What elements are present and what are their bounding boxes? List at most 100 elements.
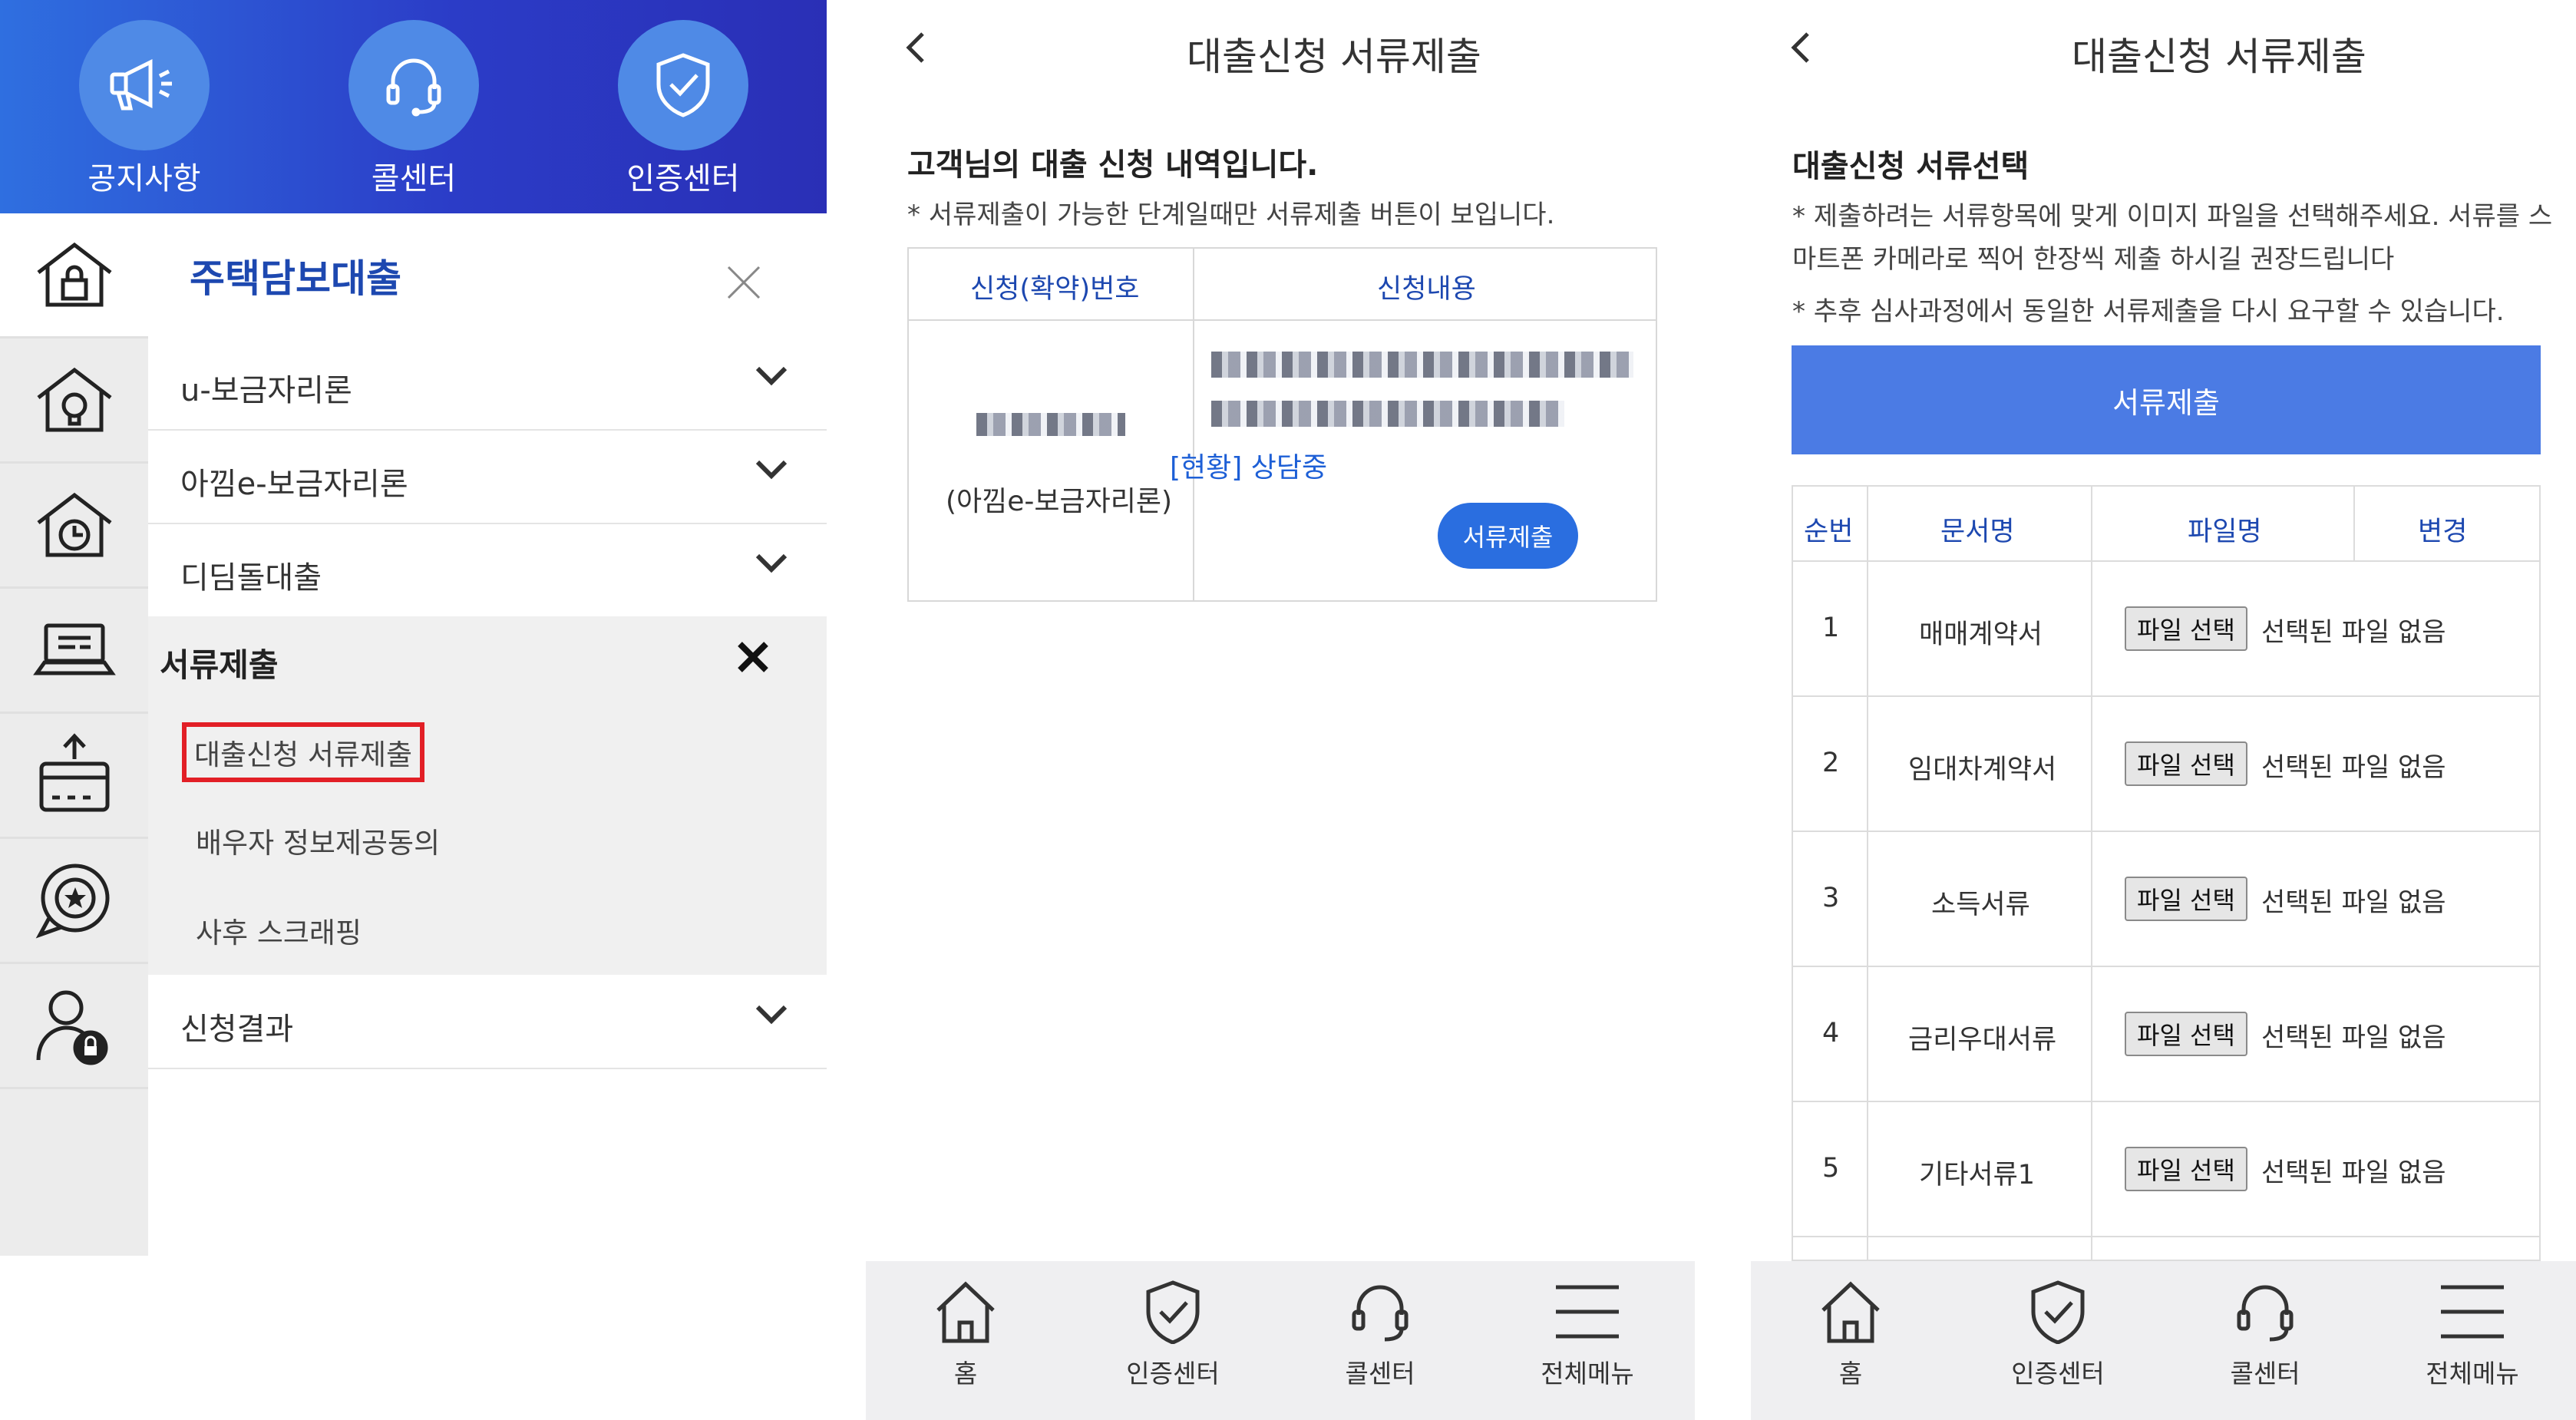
category-rail bbox=[0, 213, 148, 1256]
no-file-text: 선택된 파일 없음 bbox=[2261, 1157, 2446, 1188]
menu-title: 주택담보대출 bbox=[190, 256, 401, 301]
file-select-button[interactable]: 파일 선택 bbox=[2125, 606, 2247, 651]
column-header-no: 순번 bbox=[1804, 517, 1854, 547]
submit-documents-button[interactable]: 서류제출 bbox=[1792, 345, 2541, 454]
no-file-text: 선택된 파일 없음 bbox=[2261, 887, 2446, 918]
no-file-text: 선택된 파일 없음 bbox=[2261, 1022, 2446, 1053]
card-upload-icon[interactable] bbox=[0, 714, 148, 839]
nav-allmenu-label: 전체메뉴 bbox=[2426, 1359, 2519, 1389]
row-3-number: 3 bbox=[1822, 883, 1840, 913]
page-title: 대출신청 서류제출 bbox=[1187, 35, 1481, 79]
nav-home[interactable]: 홈 bbox=[1789, 1280, 1912, 1390]
file-select-button[interactable]: 파일 선택 bbox=[2125, 1147, 2247, 1191]
home-icon bbox=[936, 1281, 995, 1343]
nav-cert-label: 인증센터 bbox=[1126, 1359, 1220, 1389]
headset-icon bbox=[1352, 1285, 1409, 1342]
no-file-text: 선택된 파일 없음 bbox=[2261, 617, 2446, 648]
loan-history-screen: 대출신청 서류제출 고객님의 대출 신청 내역입니다. * 서류제출이 가능한 … bbox=[866, 0, 1695, 1420]
row-5-number: 5 bbox=[1822, 1153, 1840, 1184]
laptop-icon[interactable] bbox=[0, 589, 148, 714]
nav-cert[interactable]: 인증센터 bbox=[1996, 1280, 2119, 1390]
masked-content-line-2 bbox=[1211, 401, 1564, 427]
row-1-doc: 매매계약서 bbox=[1919, 619, 2043, 650]
headset-icon bbox=[2237, 1285, 2294, 1342]
notice-link[interactable]: 공지사항 bbox=[52, 20, 236, 198]
nav-home-label: 홈 bbox=[953, 1359, 978, 1389]
shield-check-icon bbox=[618, 20, 748, 150]
menu-item-label: 아낌e-보금자리론 bbox=[180, 467, 408, 502]
document-submit-section: 서류제출 대출신청 서류제출 배우자 정보제공동의 사후 스크래핑 bbox=[148, 616, 827, 975]
status-text: [현황] 상담중 bbox=[1170, 452, 1328, 484]
nav-allmenu[interactable]: 전체메뉴 bbox=[2411, 1280, 2534, 1390]
chevron-down-icon bbox=[755, 551, 788, 577]
close-icon[interactable] bbox=[722, 261, 765, 304]
menu-item-aggim-bogeumjari[interactable]: 아낌e-보금자리론 bbox=[148, 430, 827, 524]
section-heading: 고객님의 대출 신청 내역입니다. bbox=[907, 147, 1319, 183]
callcenter-link[interactable]: 콜센터 bbox=[322, 20, 506, 198]
row-3-doc: 소득서류 bbox=[1931, 890, 2030, 920]
row-2-number: 2 bbox=[1822, 748, 1840, 778]
nav-cert-label: 인증센터 bbox=[2011, 1359, 2105, 1389]
house-clock-icon[interactable] bbox=[0, 464, 148, 589]
notice-label: 공지사항 bbox=[88, 161, 201, 196]
file-select-button[interactable]: 파일 선택 bbox=[2125, 1012, 2247, 1056]
nav-home[interactable]: 홈 bbox=[904, 1280, 1027, 1390]
section-heading: 대출신청 서류선택 bbox=[1792, 149, 2029, 184]
menu-item-label: 신청결과 bbox=[180, 1012, 294, 1047]
no-file-text: 선택된 파일 없음 bbox=[2261, 752, 2446, 783]
column-header-doc: 문서명 bbox=[1940, 517, 2015, 547]
documents-table: 순번 문서명 파일명 변경 1 매매계약서 파일 선택 선택된 파일 없음 2 … bbox=[1792, 485, 2541, 1261]
file-select-button[interactable]: 파일 선택 bbox=[2125, 741, 2247, 786]
megaphone-icon bbox=[79, 20, 210, 150]
notice-text-1: * 제출하려는 서류항목에 맞게 이미지 파일을 선택해주세요. 서류를 스마트… bbox=[1792, 201, 2553, 275]
nav-allmenu[interactable]: 전체메뉴 bbox=[1526, 1280, 1649, 1390]
sub-item-post-scraping[interactable]: 사후 스크래핑 bbox=[196, 910, 362, 951]
bottom-nav: 홈 인증센터 콜센터 전체메뉴 bbox=[1751, 1261, 2576, 1420]
nav-cert[interactable]: 인증센터 bbox=[1111, 1280, 1234, 1390]
hero-banner: 공지사항 콜센터 인증센터 bbox=[0, 0, 827, 213]
shield-check-icon bbox=[2031, 1280, 2085, 1345]
document-select-screen: 대출신청 서류제출 대출신청 서류선택 * 제출하려는 서류항목에 맞게 이미지… bbox=[1751, 0, 2576, 1420]
certcenter-link[interactable]: 인증센터 bbox=[591, 20, 775, 198]
user-lock-icon[interactable] bbox=[0, 964, 148, 1089]
house-lock-icon[interactable] bbox=[0, 213, 148, 338]
row-4-doc: 금리우대서류 bbox=[1908, 1025, 2057, 1055]
submit-documents-button[interactable]: 서류제출 bbox=[1438, 503, 1578, 569]
menu-item-u-bogeumjari[interactable]: u-보금자리론 bbox=[148, 336, 827, 431]
menu-panel: 주택담보대출 u-보금자리론 아낌e-보금자리론 디딤돌대출 서류제출 대출신청… bbox=[148, 213, 827, 1256]
masked-application-number bbox=[976, 413, 1125, 436]
row-2-doc: 임대차계약서 bbox=[1908, 755, 2057, 785]
sub-item-loan-docs[interactable]: 대출신청 서류제출 bbox=[182, 722, 425, 782]
row-5-doc: 기타서류1 bbox=[1919, 1160, 2036, 1190]
row-4-number: 4 bbox=[1822, 1018, 1840, 1048]
certcenter-label: 인증센터 bbox=[626, 161, 740, 196]
section-title: 서류제출 bbox=[160, 646, 279, 684]
nav-callcenter-label: 콜센터 bbox=[2230, 1359, 2300, 1389]
product-name: (아낌e-보금자리론) bbox=[946, 486, 1173, 517]
hamburger-icon bbox=[2441, 1285, 2504, 1339]
sub-item-spouse-consent[interactable]: 배우자 정보제공동의 bbox=[196, 820, 440, 861]
bottom-nav: 홈 인증센터 콜센터 전체메뉴 bbox=[866, 1261, 1695, 1420]
nav-callcenter[interactable]: 콜센터 bbox=[2204, 1280, 2327, 1390]
collapse-x-icon[interactable] bbox=[735, 639, 771, 678]
back-arrow-icon[interactable] bbox=[1789, 31, 1812, 68]
home-icon bbox=[1821, 1281, 1880, 1343]
nav-allmenu-label: 전체메뉴 bbox=[1541, 1359, 1634, 1389]
column-header-number: 신청(확약)번호 bbox=[970, 274, 1140, 305]
menu-item-results[interactable]: 신청결과 bbox=[148, 975, 827, 1069]
side-menu-panel: 공지사항 콜센터 인증센터 주택담보대출 u-보금자리론 아낌e-보금자리론 디… bbox=[0, 0, 827, 1420]
column-header-change: 변경 bbox=[2418, 517, 2468, 547]
chevron-down-icon bbox=[755, 364, 788, 390]
nav-callcenter[interactable]: 콜센터 bbox=[1319, 1280, 1442, 1390]
column-header-file: 파일명 bbox=[2188, 517, 2262, 547]
masked-content-line-1 bbox=[1211, 352, 1633, 378]
house-bulb-icon[interactable] bbox=[0, 338, 148, 464]
menu-item-label: 디딤돌대출 bbox=[180, 560, 322, 596]
chevron-down-icon bbox=[755, 457, 788, 484]
notice-text-2: * 추후 심사과정에서 동일한 서류제출을 다시 요구할 수 있습니다. bbox=[1792, 296, 2505, 327]
file-select-button[interactable]: 파일 선택 bbox=[2125, 877, 2247, 921]
star-chat-icon[interactable] bbox=[0, 839, 148, 964]
nav-callcenter-label: 콜센터 bbox=[1345, 1359, 1415, 1389]
back-arrow-icon[interactable] bbox=[904, 31, 927, 68]
menu-item-didimdol[interactable]: 디딤돌대출 bbox=[148, 523, 827, 616]
